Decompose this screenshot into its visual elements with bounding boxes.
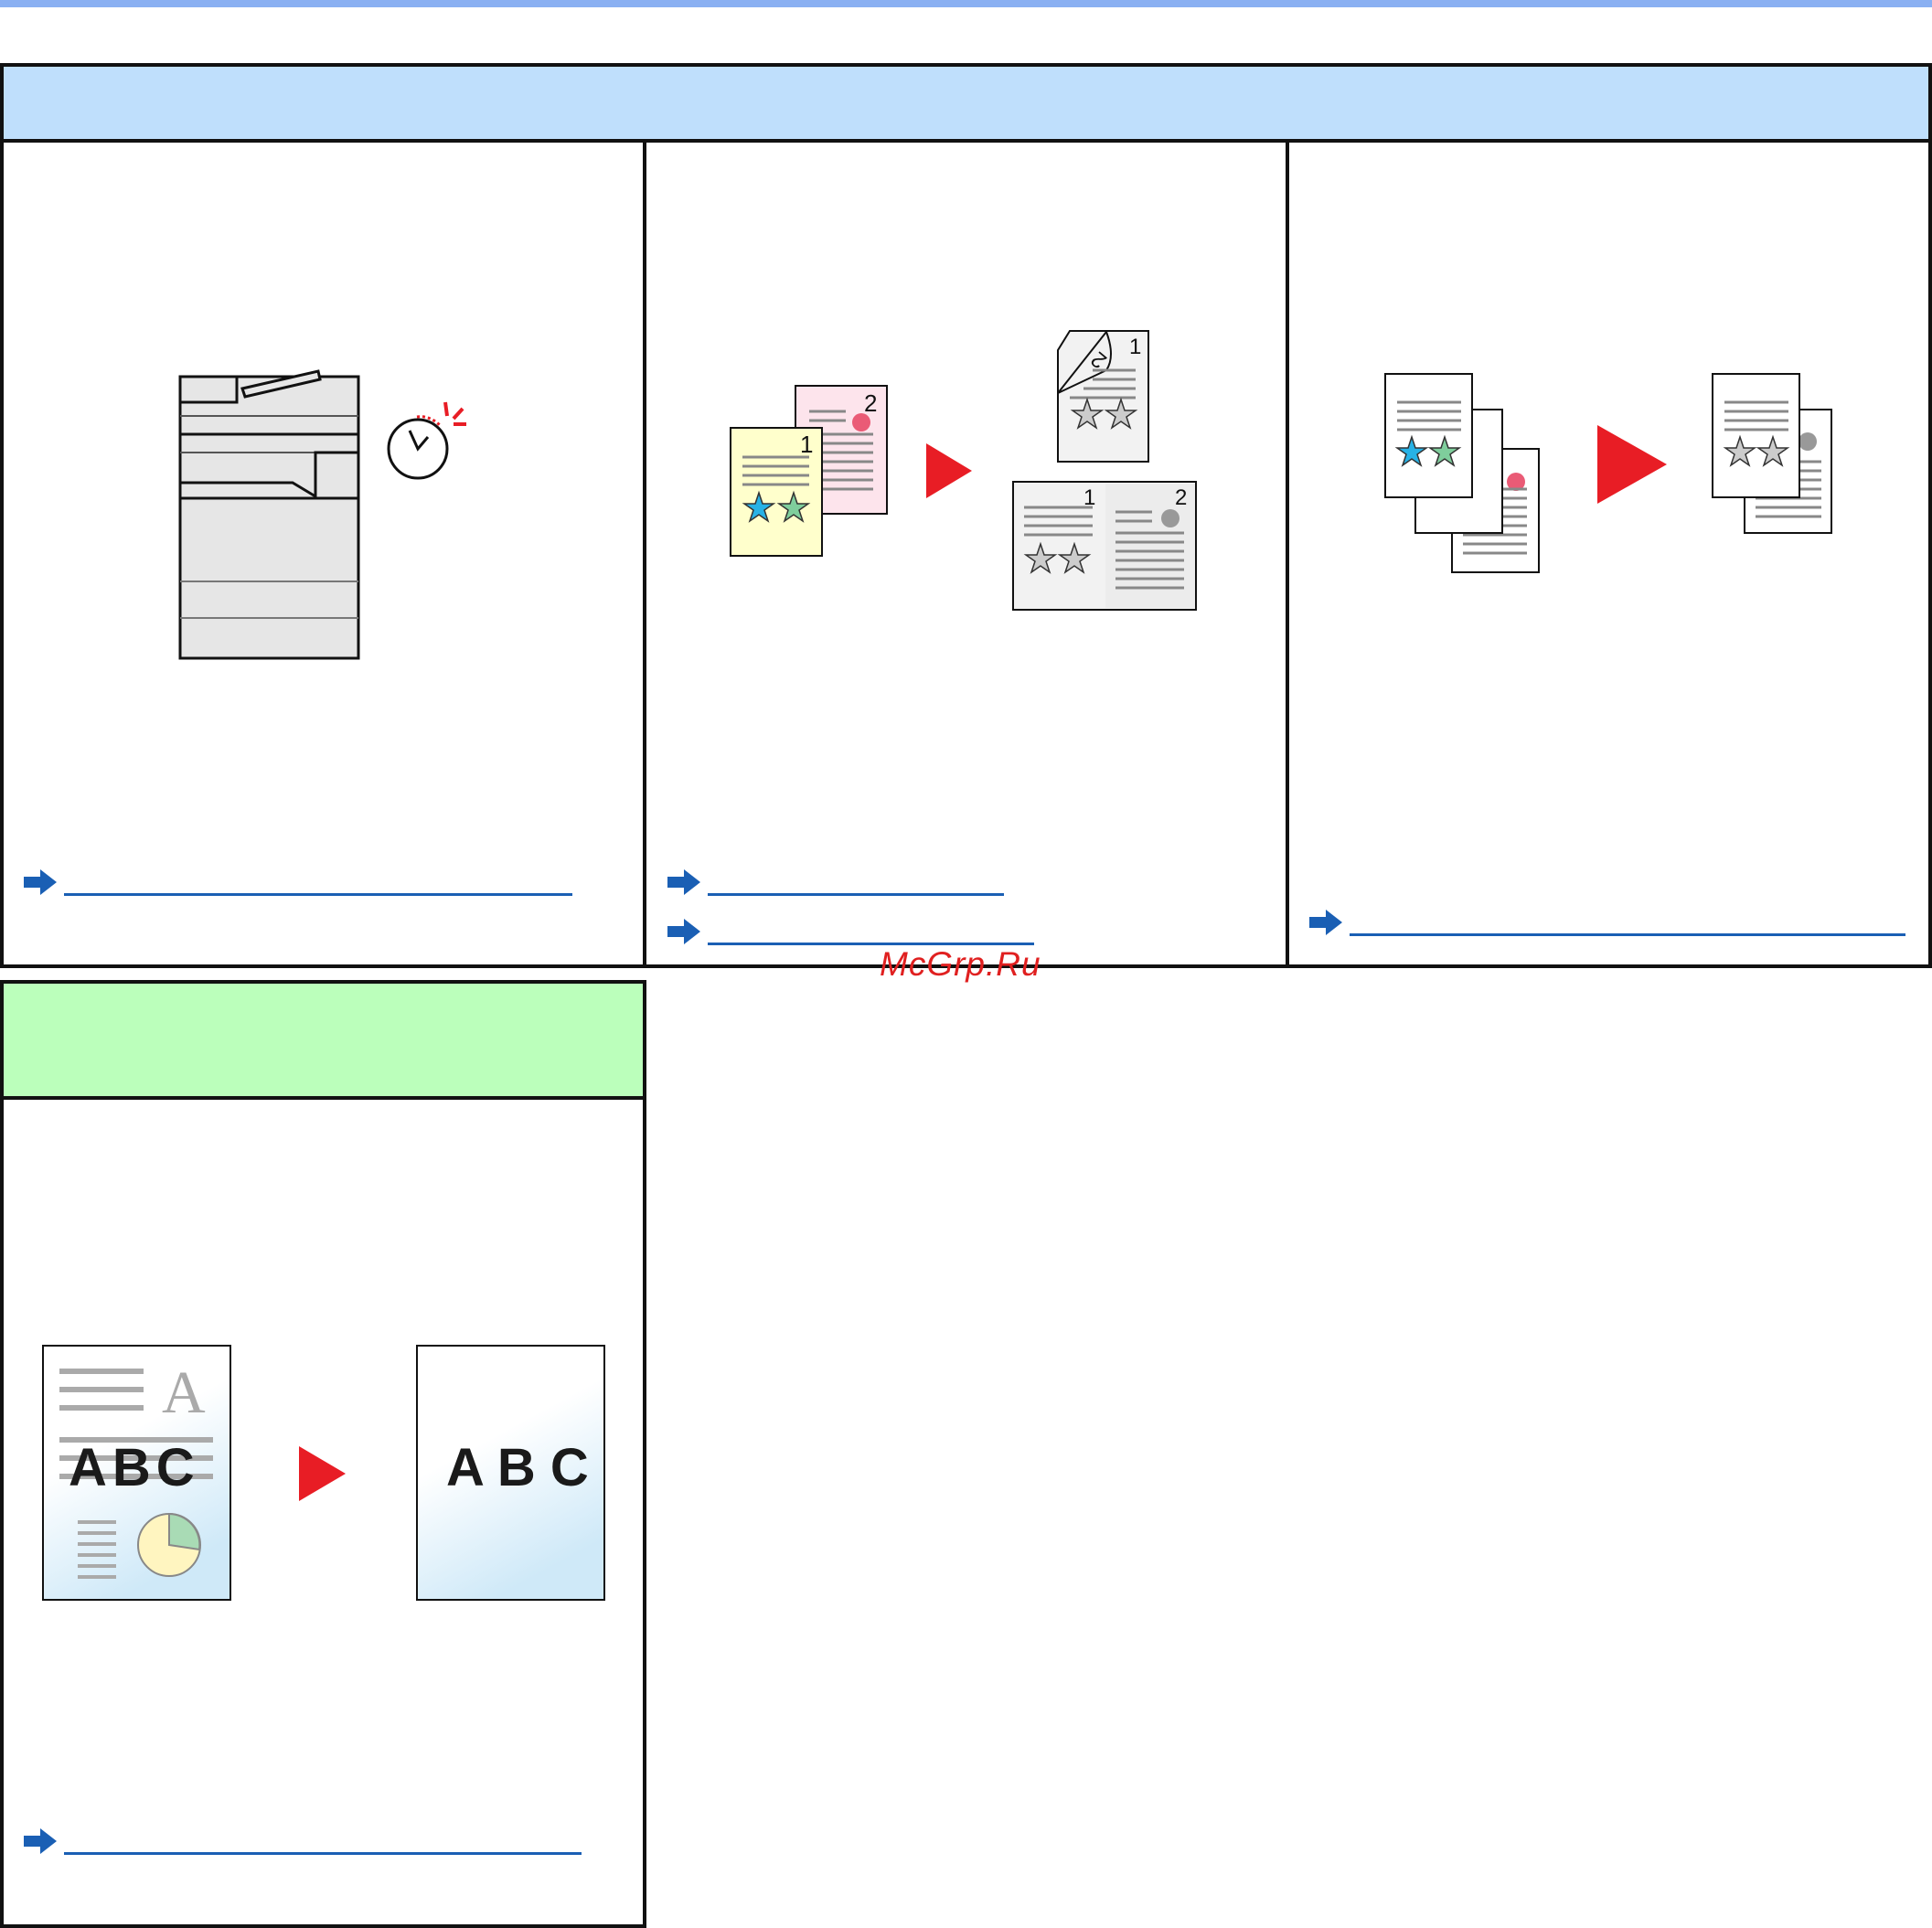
clock-icon [387,401,466,480]
link-text[interactable] [1350,906,1905,936]
combine-illustration [1384,373,1832,573]
upper-section-header [4,67,1928,143]
link-text[interactable] [64,1825,582,1855]
watermark: McGrp.Ru [880,945,1041,983]
link-text[interactable] [708,915,1034,945]
reference-link[interactable] [1308,896,1905,936]
reference-link[interactable] [666,856,1004,896]
printer-icon [178,369,360,660]
page-number: 2 [1175,485,1187,510]
arrow-right-icon [1309,910,1342,935]
reference-link[interactable] [666,905,1034,945]
text-sample-result: A B C [446,1438,589,1497]
page-number: 1 [1129,335,1141,359]
serif-letter: A [162,1359,206,1426]
arrow-right-icon [667,869,700,895]
reference-link[interactable] [22,856,572,896]
top-rule [0,0,1932,7]
arrow-right-icon [24,869,57,895]
text-sample-original: ABC [69,1438,200,1497]
duplex-illustration: 2 1 2 1 1 2 [730,329,1197,611]
link-text[interactable] [708,866,1004,896]
divider [1286,139,1289,968]
lower-section-header [4,984,643,1100]
link-text[interactable] [64,866,572,896]
page-number: 1 [800,431,813,458]
arrow-right-icon [667,919,700,944]
text-only-illustration: A ABC A B C [42,1345,605,1601]
page-number: 2 [864,389,877,417]
arrow-right-icon [24,1828,57,1854]
reference-link[interactable] [22,1815,582,1855]
divider [643,139,646,968]
